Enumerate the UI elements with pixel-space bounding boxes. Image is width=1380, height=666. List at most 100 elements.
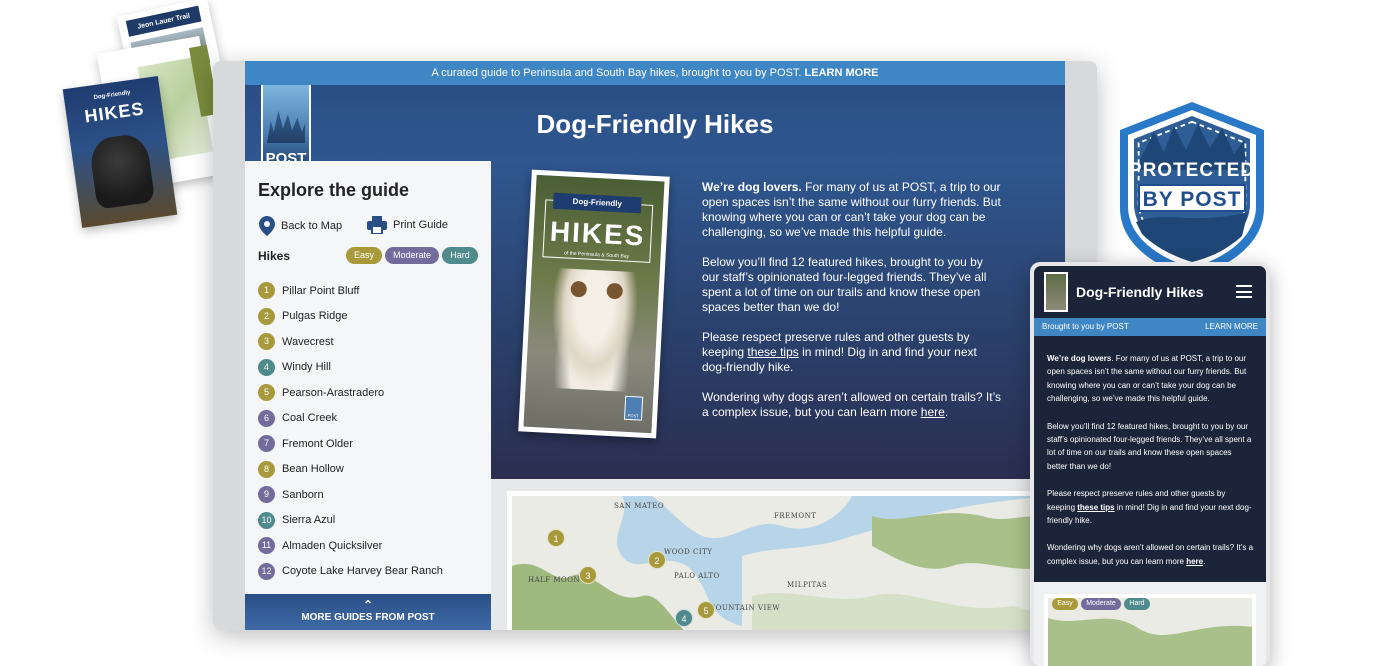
back-to-map-label: Back to Map [281,220,343,232]
hike-number-badge: 6 [258,409,275,427]
hike-list-item[interactable]: 3 Wavecrest [258,329,443,355]
map-label-san-mateo: SAN MATEO [614,502,665,510]
showcase-stage: Jeon Lauer Trail Dog-Friendly HIKES A cu… [0,0,1380,666]
hike-name: Sanborn [282,488,324,501]
map-label-mountain-view: MOUNTAIN VIEW [708,604,781,612]
map-marker-1[interactable]: 1 [547,529,565,547]
hike-name: Pulgas Ridge [282,310,348,323]
hike-name: Almaden Quicksilver [282,539,383,552]
intro-paragraph-3: Please respect preserve rules and other … [702,330,1002,375]
more-guides-label: MORE GUIDES FROM POST [301,612,435,623]
map-label-wood-city: WOOD CITY [664,548,713,556]
mobile-header: Dog-Friendly Hikes [1034,266,1266,318]
mobile-paragraph-3: Please respect preserve rules and other … [1047,487,1254,527]
cover-post-badge: POST [623,395,644,421]
hike-map[interactable]: SAN MATEO FREMONT WOOD CITY HALF MOON PA… [507,491,1047,630]
intro-p4-text-b: . [944,405,949,419]
mobile-map-section: Easy Moderate Hard [1034,582,1266,666]
map-marker-5[interactable]: 5 [697,601,715,619]
learn-more-link[interactable]: LEARN MORE [805,67,879,79]
hamburger-menu-icon[interactable] [1236,285,1252,298]
hike-number-badge: 5 [258,384,275,402]
guide-sidebar: Explore the guide Back to Map Print Guid… [245,161,491,630]
mobile-bar-text: Brought to you by POST [1042,322,1129,331]
hike-number-badge: 4 [258,358,275,376]
map-section: SAN MATEO FREMONT WOOD CITY HALF MOON PA… [491,479,1065,630]
filter-hard-pill[interactable]: Hard [442,247,478,264]
hike-name: Fremont Older [282,437,353,450]
filter-easy-pill[interactable]: Easy [346,247,382,264]
mobile-phone-frame: Dog-Friendly Hikes Brought to you by POS… [1030,262,1270,666]
back-to-map-link[interactable]: Back to Map [259,216,342,236]
mobile-paragraph-2: Below you’ll find 12 featured hikes, bro… [1047,421,1252,471]
map-marker-2[interactable]: 2 [648,551,666,569]
hike-list-item[interactable]: 9 Sanborn [258,482,443,508]
badge-line-1: PROTECTED [1128,160,1256,181]
intro-lead: We’re dog lovers. [702,180,802,194]
hike-name: Coyote Lake Harvey Bear Ranch [282,565,443,578]
hike-list-item[interactable]: 10 Sierra Azul [258,508,443,534]
intro-paragraph-4: Wondering why dogs aren’t allowed on cer… [702,390,1002,420]
guide-cover-image: Dog-Friendly HIKES of the Peninsula & So… [518,169,670,439]
hike-list-item[interactable]: 2 Pulgas Ridge [258,304,443,330]
mobile-these-tips-link[interactable]: these tips [1077,503,1114,512]
hike-list-item[interactable]: 11 Almaden Quicksilver [258,533,443,559]
mobile-guide-thumbnail [1044,272,1068,312]
hike-name: Pillar Point Bluff [282,284,360,297]
hike-number-badge: 8 [258,460,275,478]
mobile-p4-text-b: . [1203,556,1206,566]
hike-number-badge: 1 [258,282,275,300]
hike-list-item[interactable]: 6 Coal Creek [258,406,443,432]
print-guide-link[interactable]: Print Guide [367,216,448,234]
these-tips-link[interactable]: these tips [747,345,798,359]
map-label-half-moon: HALF MOON [528,576,581,584]
intro-paragraph-2: Below you’ll find 12 featured hikes, bro… [702,255,987,314]
cover-title: HIKES [549,215,647,252]
site-header: POST Dog-Friendly Hikes [245,85,1065,173]
cover-dog-photo [547,267,640,393]
mobile-filter-easy-pill[interactable]: Easy [1052,598,1078,610]
more-guides-button[interactable]: ⌃ MORE GUIDES FROM POST [245,594,491,630]
hike-list-item[interactable]: 4 Windy Hill [258,355,443,381]
announcement-text: A curated guide to Peninsula and South B… [431,67,802,79]
hike-name: Bean Hollow [282,463,344,476]
hike-name: Sierra Azul [282,514,336,527]
mobile-learn-more-link[interactable]: LEARN MORE [1205,318,1258,336]
mobile-filter-hard-pill[interactable]: Hard [1124,598,1150,610]
hike-number-badge: 10 [258,511,275,529]
mobile-intro-text: We’re dog lovers. For many of us at POST… [1034,336,1266,582]
map-marker-4[interactable]: 4 [675,609,693,627]
hike-number-badge: 9 [258,486,275,504]
mobile-p4-text-a: Wondering why dogs aren’t allowed on cer… [1047,543,1254,566]
filter-moderate-pill[interactable]: Moderate [385,247,439,264]
hike-number-badge: 7 [258,435,275,453]
hike-list-item[interactable]: 7 Fremont Older [258,431,443,457]
badge-line-2: BY POST [1138,184,1246,212]
hike-list-item[interactable]: 8 Bean Hollow [258,457,443,483]
hike-name: Wavecrest [282,335,334,348]
hike-list-item[interactable]: 1 Pillar Point Bluff [258,278,443,304]
hike-number-badge: 2 [258,307,275,325]
hike-name: Coal Creek [282,412,338,425]
printer-icon [367,216,387,234]
mobile-paragraph-1: We’re dog lovers. For many of us at POST… [1047,352,1254,406]
hike-list-item[interactable]: 5 Pearson-Arastradero [258,380,443,406]
print-guide-label: Print Guide [393,219,449,231]
mobile-here-link[interactable]: here [1186,557,1203,566]
map-label-fremont: FREMONT [774,512,817,520]
sidebar-heading: Explore the guide [258,180,410,200]
learn-more-here-link[interactable]: here [921,405,945,419]
mobile-filter-moderate-pill[interactable]: Moderate [1081,598,1121,610]
hike-list: 1 Pillar Point Bluff 2 Pulgas Ridge 3 Wavecre… [258,278,443,584]
map-marker-3[interactable]: 3 [579,566,597,584]
protected-by-post-badge: PROTECTED BY POST [1114,100,1270,280]
intro-p4-text-a: Wondering why dogs aren’t allowed on cer… [702,390,1002,419]
hikes-heading: Hikes [258,249,291,263]
mobile-title: Dog-Friendly Hikes [1076,284,1204,300]
map-label-palo-alto: PALO ALTO [674,572,720,580]
desktop-browser-frame: A curated guide to Peninsula and South B… [213,61,1097,630]
mobile-intro-lead: We’re dog lovers [1047,354,1112,363]
hike-list-item[interactable]: 12 Coyote Lake Harvey Bear Ranch [258,559,443,585]
page-title: Dog-Friendly Hikes [536,109,774,139]
mobile-announcement-bar: Brought to you by POST LEARN MORE [1034,318,1266,336]
